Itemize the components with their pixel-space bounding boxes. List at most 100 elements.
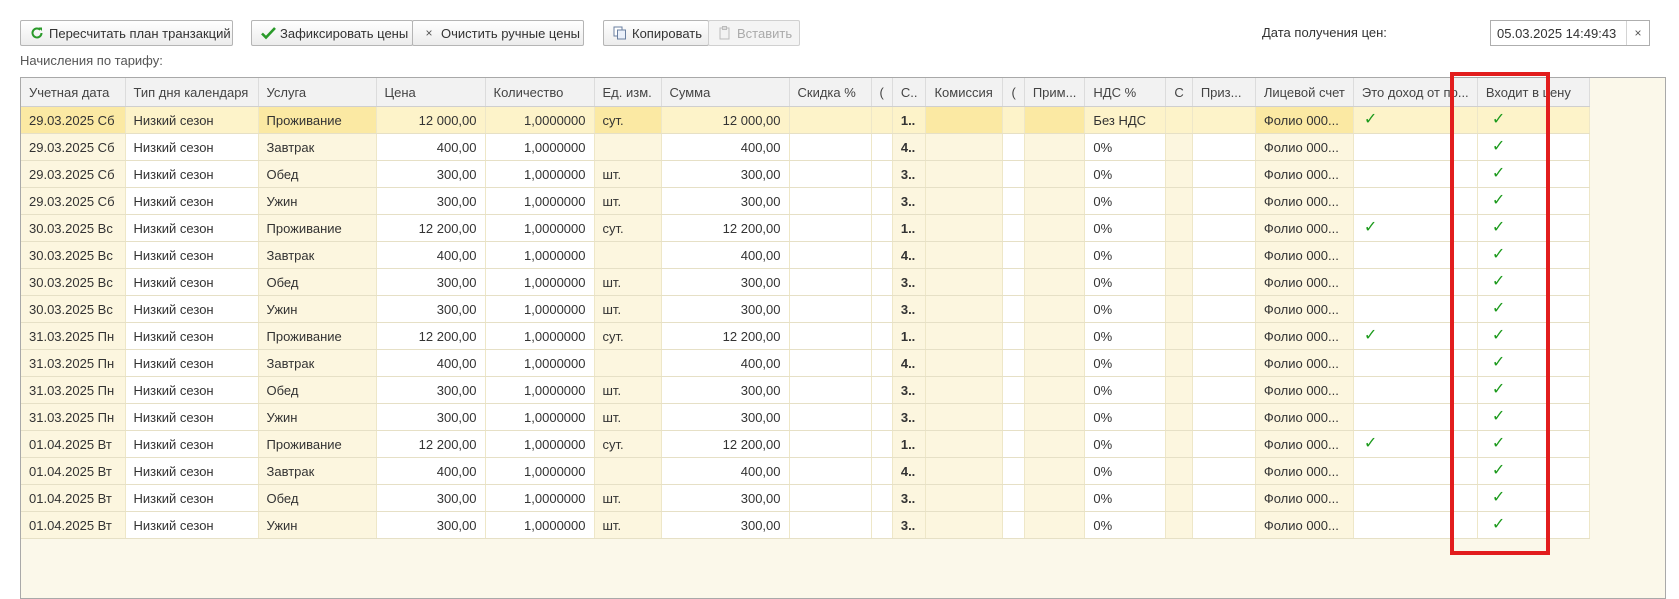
- column-header[interactable]: Количество: [485, 78, 595, 107]
- table-cell[interactable]: [1002, 376, 1025, 404]
- income-flag-cell[interactable]: ✓: [1353, 430, 1478, 458]
- cell-price[interactable]: 300,00: [376, 403, 486, 431]
- table-cell[interactable]: [1165, 160, 1193, 188]
- cell-qty[interactable]: 1,0000000: [485, 295, 595, 323]
- table-cell[interactable]: [1192, 106, 1256, 134]
- table-cell[interactable]: [925, 511, 1004, 539]
- cell-date[interactable]: 29.03.2025 Сб: [21, 133, 126, 161]
- table-cell[interactable]: [1002, 430, 1025, 458]
- column-header[interactable]: С..: [892, 78, 927, 107]
- cell-price[interactable]: 12 200,00: [376, 214, 486, 242]
- table-row[interactable]: 29.03.2025 Сб Низкий сезон Ужин 300,00 1,000…: [21, 187, 1590, 215]
- table-cell[interactable]: [1192, 376, 1256, 404]
- table-cell[interactable]: [1024, 349, 1086, 377]
- column-header[interactable]: Цена: [376, 78, 486, 107]
- table-cell[interactable]: [925, 241, 1004, 269]
- cell-price[interactable]: 300,00: [376, 268, 486, 296]
- cell-unit[interactable]: [594, 349, 662, 377]
- cell-qty[interactable]: 1,0000000: [485, 322, 595, 350]
- table-cell[interactable]: [1165, 295, 1193, 323]
- cell-c[interactable]: 1..: [892, 430, 927, 458]
- table-row[interactable]: 30.03.2025 Вс Низкий сезон Проживание 12 20…: [21, 214, 1590, 242]
- cell-vat[interactable]: 0%: [1084, 295, 1167, 323]
- cell-qty[interactable]: 1,0000000: [485, 511, 595, 539]
- table-cell[interactable]: [1002, 241, 1025, 269]
- table-row[interactable]: 30.03.2025 Вс Низкий сезон Обед 300,00 1,000…: [21, 268, 1590, 296]
- table-cell[interactable]: [1024, 187, 1086, 215]
- table-cell[interactable]: [871, 430, 893, 458]
- included-in-price-cell[interactable]: ✓: [1477, 160, 1590, 188]
- cell-qty[interactable]: 1,0000000: [485, 241, 595, 269]
- included-in-price-cell[interactable]: ✓: [1477, 457, 1590, 485]
- cell-date[interactable]: 29.03.2025 Сб: [21, 106, 126, 134]
- cell-daytype[interactable]: Низкий сезон: [125, 295, 259, 323]
- cell-date[interactable]: 01.04.2025 Вт: [21, 430, 126, 458]
- cell-unit[interactable]: шт.: [594, 160, 662, 188]
- cell-unit[interactable]: шт.: [594, 187, 662, 215]
- table-cell[interactable]: [1024, 511, 1086, 539]
- cell-vat[interactable]: 0%: [1084, 268, 1167, 296]
- table-cell[interactable]: [1002, 349, 1025, 377]
- cell-sum[interactable]: 300,00: [661, 376, 790, 404]
- table-cell[interactable]: [871, 106, 893, 134]
- table-cell[interactable]: [1024, 322, 1086, 350]
- table-cell[interactable]: [1002, 214, 1025, 242]
- income-flag-cell[interactable]: [1353, 457, 1478, 485]
- table-cell[interactable]: [789, 133, 872, 161]
- table-cell[interactable]: [871, 484, 893, 512]
- cell-qty[interactable]: 1,0000000: [485, 484, 595, 512]
- cell-service[interactable]: Обед: [258, 484, 377, 512]
- included-in-price-cell[interactable]: ✓: [1477, 511, 1590, 539]
- included-in-price-cell[interactable]: ✓: [1477, 241, 1590, 269]
- cell-price[interactable]: 300,00: [376, 376, 486, 404]
- cell-vat[interactable]: 0%: [1084, 160, 1167, 188]
- table-cell[interactable]: [1024, 430, 1086, 458]
- table-row[interactable]: 01.04.2025 Вт Низкий сезон Ужин 300,00 1,000…: [21, 511, 1590, 539]
- cell-c[interactable]: 3..: [892, 160, 927, 188]
- cell-service[interactable]: Завтрак: [258, 457, 377, 485]
- cell-account[interactable]: Фолио 000...: [1255, 376, 1354, 404]
- column-header[interactable]: Лицевой счет: [1255, 78, 1354, 107]
- income-flag-cell[interactable]: ✓: [1353, 214, 1478, 242]
- cell-vat[interactable]: 0%: [1084, 430, 1167, 458]
- table-row[interactable]: 30.03.2025 Вс Низкий сезон Завтрак 400,00 1,…: [21, 241, 1590, 269]
- cell-sum[interactable]: 300,00: [661, 403, 790, 431]
- cell-service[interactable]: Завтрак: [258, 349, 377, 377]
- cell-account[interactable]: Фолио 000...: [1255, 214, 1354, 242]
- cell-unit[interactable]: шт.: [594, 403, 662, 431]
- cell-price[interactable]: 12 200,00: [376, 430, 486, 458]
- cell-c[interactable]: 3..: [892, 187, 927, 215]
- table-row[interactable]: 01.04.2025 Вт Низкий сезон Обед 300,00 1,000…: [21, 484, 1590, 512]
- cell-vat[interactable]: 0%: [1084, 187, 1167, 215]
- column-header[interactable]: Услуга: [258, 78, 377, 107]
- table-cell[interactable]: [925, 349, 1004, 377]
- table-cell[interactable]: [1024, 457, 1086, 485]
- cell-daytype[interactable]: Низкий сезон: [125, 376, 259, 404]
- table-cell[interactable]: [789, 484, 872, 512]
- table-cell[interactable]: [1192, 511, 1256, 539]
- cell-qty[interactable]: 1,0000000: [485, 457, 595, 485]
- included-in-price-cell[interactable]: ✓: [1477, 484, 1590, 512]
- income-flag-cell[interactable]: ✓: [1353, 322, 1478, 350]
- price-date-field[interactable]: ×: [1490, 20, 1650, 46]
- cell-sum[interactable]: 300,00: [661, 295, 790, 323]
- table-cell[interactable]: [1002, 268, 1025, 296]
- table-cell[interactable]: [789, 430, 872, 458]
- table-cell[interactable]: [1165, 376, 1193, 404]
- cell-price[interactable]: 400,00: [376, 349, 486, 377]
- cell-daytype[interactable]: Низкий сезон: [125, 511, 259, 539]
- income-flag-cell[interactable]: [1353, 376, 1478, 404]
- cell-date[interactable]: 31.03.2025 Пн: [21, 322, 126, 350]
- cell-qty[interactable]: 1,0000000: [485, 187, 595, 215]
- cell-sum[interactable]: 300,00: [661, 160, 790, 188]
- table-cell[interactable]: [871, 349, 893, 377]
- income-flag-cell[interactable]: [1353, 241, 1478, 269]
- cell-qty[interactable]: 1,0000000: [485, 106, 595, 134]
- cell-service[interactable]: Ужин: [258, 295, 377, 323]
- table-cell[interactable]: [1165, 241, 1193, 269]
- table-cell[interactable]: [1165, 511, 1193, 539]
- cell-sum[interactable]: 400,00: [661, 457, 790, 485]
- cell-sum[interactable]: 12 000,00: [661, 106, 790, 134]
- cell-service[interactable]: Проживание: [258, 214, 377, 242]
- column-header[interactable]: Учетная дата: [21, 78, 126, 107]
